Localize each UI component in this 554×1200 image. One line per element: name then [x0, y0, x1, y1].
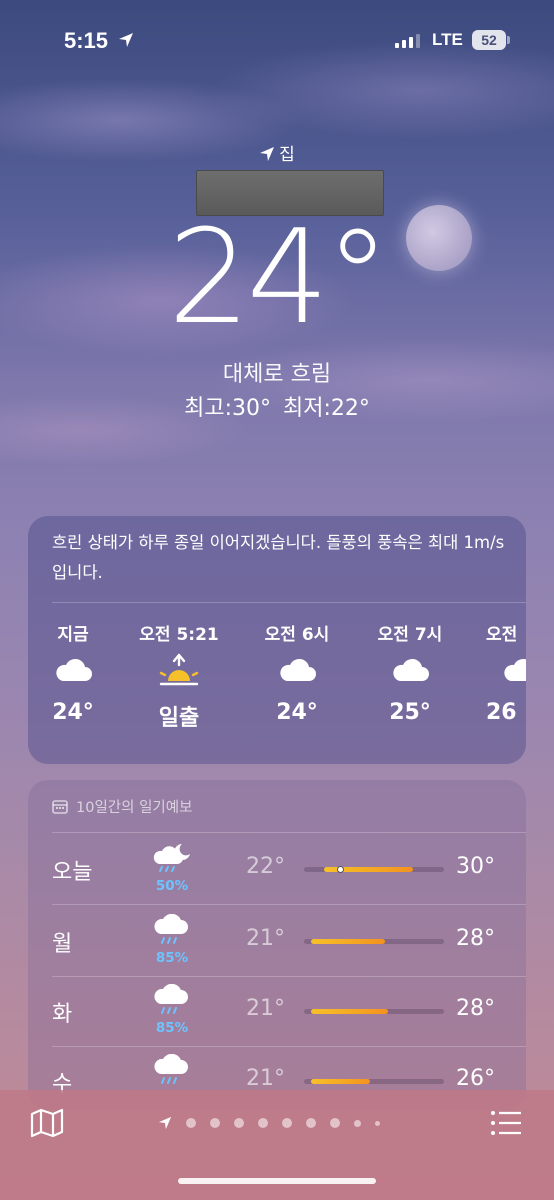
day-name: 월	[52, 932, 73, 957]
location-arrow-icon	[158, 1116, 172, 1130]
map-icon[interactable]	[30, 1108, 64, 1142]
hour-value: 일출	[158, 706, 200, 731]
forecast-row-tuesday[interactable]: 화 85% 21° 28°	[28, 976, 526, 1046]
forecast-row-monday[interactable]: 월 85% 21° 28°	[28, 906, 526, 976]
sunrise-icon	[134, 646, 224, 694]
current-condition: 대체로 흐림	[222, 362, 332, 387]
status-time: 5:15	[64, 28, 109, 53]
hour-value: 25°	[389, 700, 431, 725]
day-low: 21°	[246, 926, 285, 951]
page-dot	[354, 1119, 361, 1127]
location-arrow-icon	[260, 147, 275, 161]
day-low: 21°	[246, 996, 285, 1021]
day-high: 28°	[456, 926, 495, 951]
cellular-signal-icon	[395, 32, 420, 48]
cloud-rain-icon	[148, 1053, 196, 1092]
hour-item: 오전 7시 25°	[365, 620, 455, 725]
temperature-range-bar	[304, 939, 444, 944]
cloud-icon	[252, 646, 342, 694]
battery-icon: 52	[472, 30, 506, 50]
page-dot	[282, 1118, 292, 1128]
precipitation-chance: 85%	[155, 1020, 189, 1036]
hour-item: 오전 5:21 일출	[134, 620, 224, 732]
forecast-row-today[interactable]: 오늘 50% 22° 30°	[28, 834, 526, 904]
page-dot	[306, 1118, 316, 1128]
temperature-range-bar	[304, 866, 444, 873]
day-high: 28°	[456, 996, 495, 1021]
hour-label: 오전	[486, 625, 518, 645]
status-bar: 5:15 LTE 52	[0, 26, 554, 60]
hour-label: 지금	[57, 625, 89, 645]
page-indicator[interactable]	[158, 1116, 380, 1130]
page-dot	[330, 1118, 340, 1128]
page-dot	[258, 1118, 268, 1128]
precipitation-chance: 85%	[155, 950, 189, 966]
hour-label: 오전 7시	[377, 625, 443, 645]
hour-item: 지금 24°	[28, 620, 118, 725]
day-high: 30°	[456, 854, 495, 879]
home-indicator[interactable]	[178, 1178, 376, 1184]
high-temperature: 최고:30°	[184, 396, 271, 421]
location-label: 집	[0, 140, 554, 165]
divider	[52, 602, 526, 603]
hour-item: 오전 6시 24°	[252, 620, 342, 725]
location-arrow-icon	[118, 32, 134, 53]
list-icon[interactable]	[490, 1110, 522, 1140]
location-name: 집	[279, 145, 295, 165]
cloud-icon	[365, 646, 455, 694]
page-dot	[234, 1118, 244, 1128]
day-low: 22°	[246, 854, 285, 879]
moon-cloud-rain-icon: 50%	[148, 842, 196, 894]
cloud-icon	[486, 646, 526, 694]
page-dot	[210, 1118, 220, 1128]
divider	[52, 904, 526, 905]
forecast-title: 10일간의 일기예보	[52, 796, 192, 817]
range-fill	[311, 1079, 370, 1084]
cloud-icon	[28, 646, 118, 694]
hour-value: 24°	[276, 700, 318, 725]
day-low: 21°	[246, 1066, 285, 1091]
low-temperature: 최저:22°	[283, 396, 370, 421]
high-low: 최고:30° 최저:22°	[0, 390, 554, 422]
day-high: 26°	[456, 1066, 495, 1091]
network-type: LTE	[432, 30, 463, 49]
temperature-range-bar	[304, 1009, 444, 1014]
battery-tip	[507, 36, 510, 44]
hour-label: 오전 6시	[264, 625, 330, 645]
cloud-rain-icon: 85%	[148, 913, 196, 966]
hour-item: 오전 26	[464, 620, 526, 725]
hourly-summary: 흐린 상태가 하루 종일 이어지겠습니다. 돌풍의 풍속은 최대 1m/s입니다…	[52, 533, 505, 582]
forecast-title-text: 10일간의 일기예보	[76, 800, 193, 816]
hour-value: 24°	[52, 700, 94, 725]
ten-day-forecast-card[interactable]: 10일간의 일기예보 오늘 50% 22° 30° 월 85% 21° 28° …	[28, 780, 526, 1110]
cloud-rain-icon: 85%	[148, 983, 196, 1036]
divider	[52, 832, 526, 833]
range-fill	[311, 939, 386, 944]
current-temperature: 24°	[167, 201, 390, 353]
hour-value: 26	[486, 700, 517, 725]
day-name: 화	[52, 1002, 73, 1027]
page-dot	[186, 1118, 196, 1128]
hour-label: 오전 5:21	[139, 625, 219, 645]
page-dot	[375, 1120, 380, 1126]
precipitation-chance: 50%	[155, 878, 189, 894]
range-fill	[311, 1009, 388, 1014]
day-name: 오늘	[52, 860, 93, 885]
temperature-range-bar	[304, 1079, 444, 1084]
hourly-forecast-card[interactable]: 흐린 상태가 하루 종일 이어지겠습니다. 돌풍의 풍속은 최대 1m/s입니다…	[28, 516, 526, 764]
calendar-icon	[52, 800, 68, 814]
